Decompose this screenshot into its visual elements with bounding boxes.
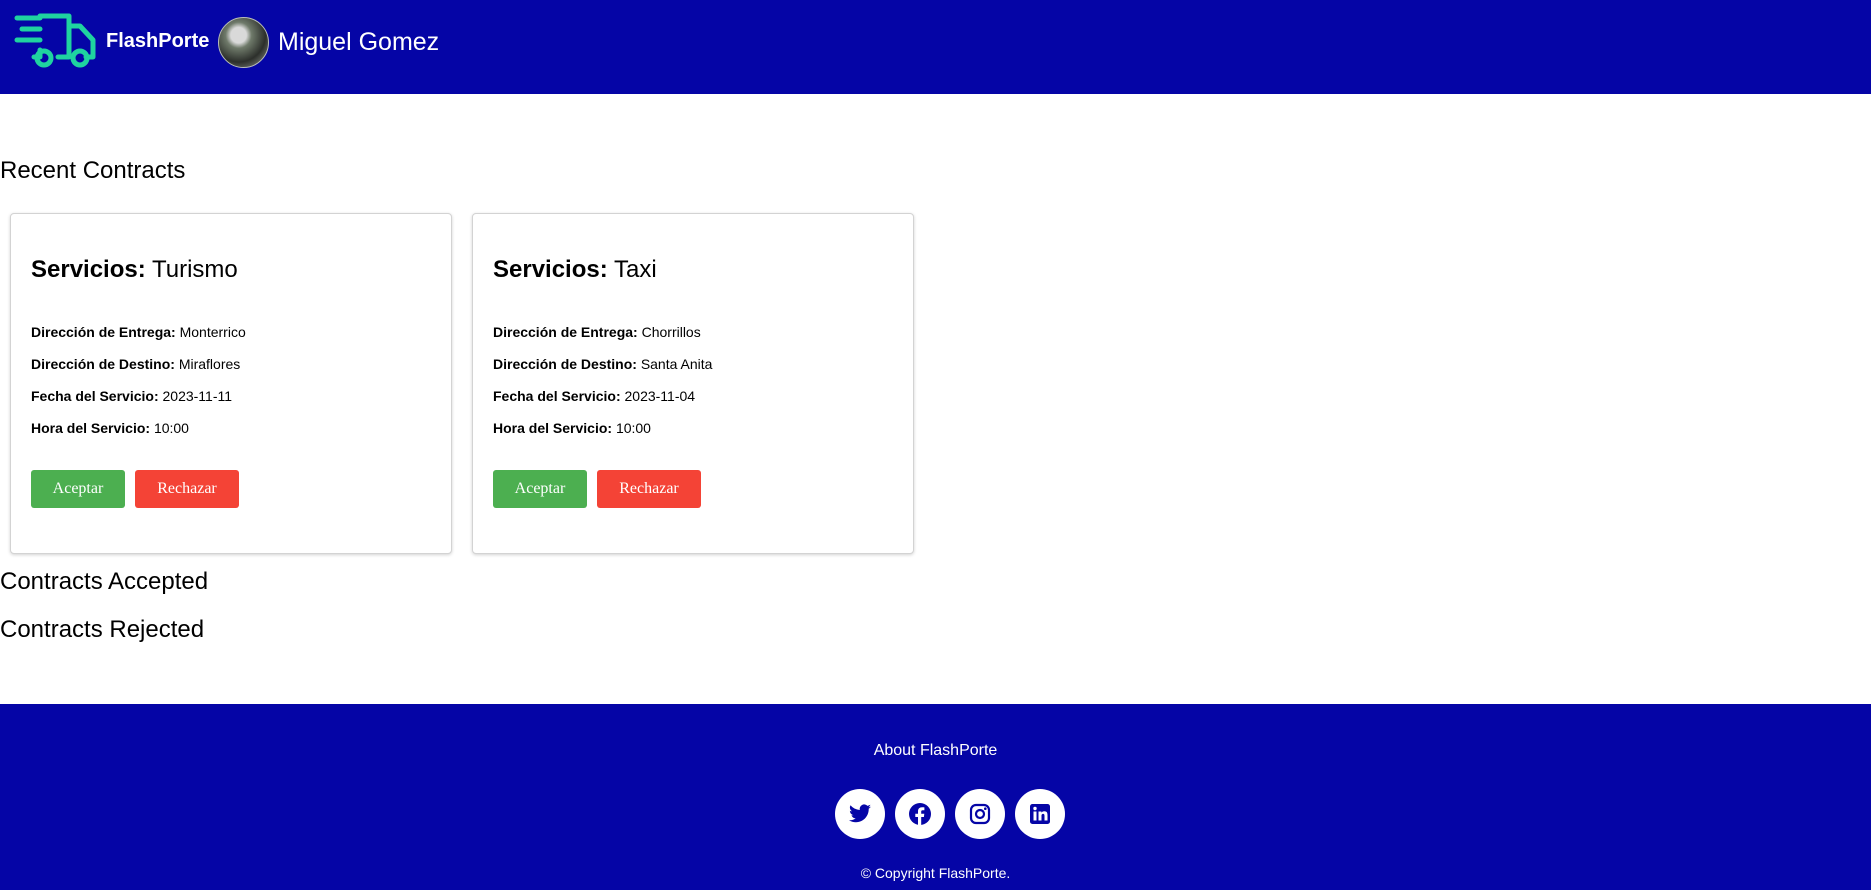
destination-address-value: Miraflores — [178, 356, 241, 372]
service-time-label: Hora del Servicio: — [493, 420, 613, 436]
accept-button[interactable]: Aceptar — [31, 470, 125, 508]
destination-address: Dirección de Destino: Santa Anita — [493, 356, 712, 372]
copyright-text: © Copyright FlashPorte. — [860, 865, 1011, 881]
footer: About FlashPorte © Copyright FlashPorte. — [0, 704, 1871, 890]
twitter-icon[interactable] — [835, 789, 885, 839]
contract-service-title: Servicios: Taxi — [493, 256, 657, 284]
delivery-address-value: Monterrico — [179, 324, 246, 340]
user-name: Miguel Gomez — [278, 28, 440, 56]
reject-button[interactable]: Rechazar — [135, 470, 239, 508]
brand-name[interactable]: FlashPorte — [106, 30, 209, 53]
about-link[interactable]: About FlashPorte — [0, 742, 1871, 760]
service-time-value: 10:00 — [153, 420, 189, 436]
delivery-address: Dirección de Entrega: Monterrico — [31, 324, 246, 340]
contracts-rejected-heading: Contracts Rejected — [0, 616, 205, 643]
service-date: Fecha del Servicio: 2023-11-04 — [493, 388, 695, 404]
facebook-icon[interactable] — [895, 789, 945, 839]
service-time-label: Hora del Servicio: — [31, 420, 151, 436]
delivery-address: Dirección de Entrega: Chorrillos — [493, 324, 701, 340]
destination-address-label: Dirección de Destino: — [493, 356, 637, 372]
instagram-icon[interactable] — [955, 789, 1005, 839]
user-avatar[interactable] — [218, 17, 269, 68]
recent-contracts-heading: Recent Contracts — [0, 157, 186, 184]
service-time-value: 10:00 — [615, 420, 651, 436]
destination-address-label: Dirección de Destino: — [31, 356, 175, 372]
destination-address: Dirección de Destino: Miraflores — [31, 356, 240, 372]
reject-button[interactable]: Rechazar — [597, 470, 701, 508]
contract-card: Servicios: Taxi Dirección de Entrega: Ch… — [472, 213, 914, 554]
delivery-address-value: Chorrillos — [641, 324, 701, 340]
delivery-truck-icon[interactable] — [14, 12, 98, 70]
service-date-value: 2023-11-04 — [624, 388, 696, 404]
accept-button[interactable]: Aceptar — [493, 470, 587, 508]
service-date: Fecha del Servicio: 2023-11-11 — [31, 388, 232, 404]
service-date-value: 2023-11-11 — [162, 388, 233, 404]
linkedin-icon[interactable] — [1015, 789, 1065, 839]
destination-address-value: Santa Anita — [640, 356, 713, 372]
contracts-accepted-heading: Contracts Accepted — [0, 568, 209, 595]
service-date-label: Fecha del Servicio: — [31, 388, 159, 404]
contract-service-title: Servicios: Turismo — [31, 256, 238, 284]
delivery-address-label: Dirección de Entrega: — [493, 324, 638, 340]
service-label: Servicios: — [31, 256, 146, 283]
service-time: Hora del Servicio: 10:00 — [31, 420, 189, 436]
top-navbar: FlashPorte Miguel Gomez — [0, 0, 1871, 94]
service-value: Taxi — [613, 256, 657, 283]
service-value: Turismo — [151, 256, 238, 283]
service-label: Servicios: — [493, 256, 608, 283]
service-time: Hora del Servicio: 10:00 — [493, 420, 651, 436]
contract-card: Servicios: Turismo Dirección de Entrega:… — [10, 213, 452, 554]
delivery-address-label: Dirección de Entrega: — [31, 324, 176, 340]
social-links — [835, 789, 1065, 839]
service-date-label: Fecha del Servicio: — [493, 388, 621, 404]
